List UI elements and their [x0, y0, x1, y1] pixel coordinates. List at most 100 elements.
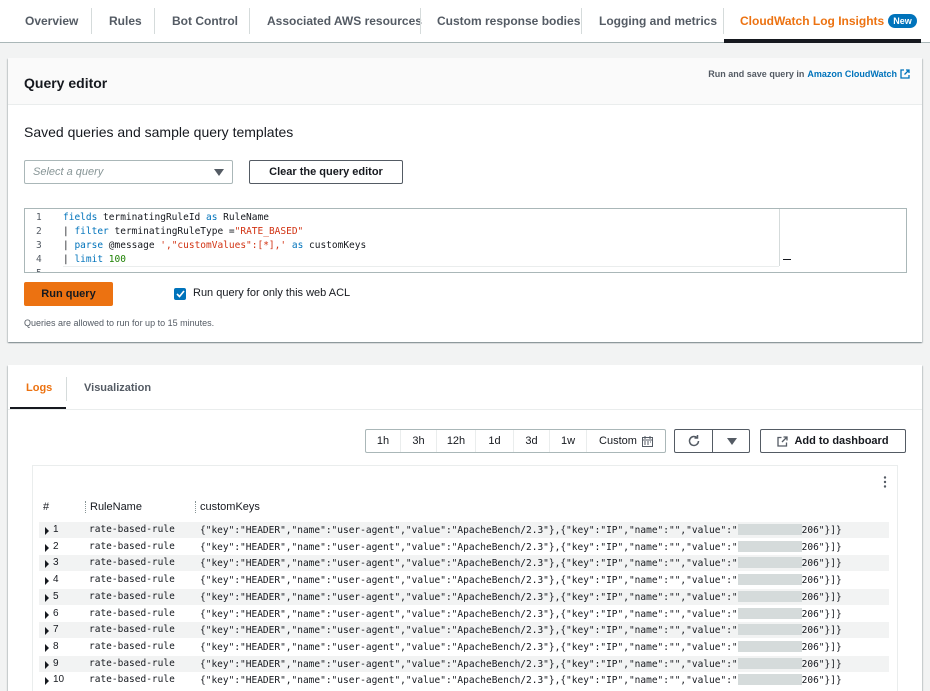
expand-caret-icon[interactable] — [45, 544, 49, 552]
redacted-value — [738, 591, 802, 602]
redacted-value — [738, 541, 802, 552]
range-3h[interactable]: 3h — [401, 430, 437, 452]
tab-cloudwatch-log-insights[interactable]: CloudWatch Log Insights New — [740, 0, 917, 42]
expand-caret-icon[interactable] — [45, 527, 49, 535]
table-row[interactable]: 7rate-based-rule{"key":"HEADER","name":"… — [39, 622, 889, 638]
range-1w[interactable]: 1w — [550, 430, 587, 452]
column-resizer[interactable] — [195, 501, 196, 513]
tab-rules[interactable]: Rules — [109, 0, 142, 42]
query-time-hint: Queries are allowed to run for up to 15 … — [24, 318, 214, 328]
row-customkeys-end: 206"}]} — [802, 525, 842, 536]
row-rulename: rate-based-rule — [89, 557, 175, 568]
amazon-cloudwatch-link[interactable]: Amazon CloudWatch — [807, 69, 897, 79]
expand-caret-icon[interactable] — [45, 560, 49, 568]
caret-down-icon — [214, 169, 224, 176]
column-header-rulename[interactable]: RuleName — [90, 501, 142, 513]
tab-logs[interactable]: Logs — [26, 382, 52, 394]
redacted-value — [738, 574, 802, 585]
tab-visualization[interactable]: Visualization — [84, 382, 151, 394]
table-row[interactable]: 1rate-based-rule{"key":"HEADER","name":"… — [39, 522, 889, 538]
external-link-icon[interactable] — [900, 69, 910, 79]
tab-divider — [66, 377, 67, 401]
expand-caret-icon[interactable] — [45, 611, 49, 619]
range-1h[interactable]: 1h — [366, 430, 401, 452]
row-customkeys: {"key":"HEADER","name":"user-agent","val… — [200, 608, 842, 620]
expand-caret-icon[interactable] — [45, 677, 49, 685]
checkmark-icon — [176, 290, 185, 298]
clear-query-editor-button[interactable]: Clear the query editor — [249, 160, 403, 184]
editor-ruler — [779, 209, 780, 266]
range-custom[interactable]: Custom — [587, 430, 665, 452]
caret-down-icon[interactable] — [727, 438, 737, 445]
table-row[interactable]: 9rate-based-rule{"key":"HEADER","name":"… — [39, 656, 889, 672]
tab-overview[interactable]: Overview — [25, 0, 78, 42]
row-customkeys-end: 206"}]} — [802, 625, 842, 636]
row-rulename: rate-based-rule — [89, 608, 175, 619]
range-12h[interactable]: 12h — [437, 430, 476, 452]
refresh-icon[interactable] — [687, 434, 701, 448]
run-query-button[interactable]: Run query — [24, 282, 113, 306]
row-rulename: rate-based-rule — [89, 641, 175, 652]
table-row[interactable]: 2rate-based-rule{"key":"HEADER","name":"… — [39, 539, 889, 555]
new-badge: New — [888, 14, 917, 28]
web-acl-checkbox[interactable] — [174, 288, 186, 300]
row-customkeys-end: 206"}]} — [802, 592, 842, 603]
code-line-2: | filter terminatingRuleType ="RATE_BASE… — [63, 226, 303, 237]
column-resizer[interactable] — [85, 501, 86, 513]
active-tab-indicator — [724, 39, 921, 43]
refresh-button-group — [674, 429, 750, 453]
expand-caret-icon[interactable] — [45, 577, 49, 585]
expand-caret-icon[interactable] — [45, 661, 49, 669]
row-customkeys-end: 206"}]} — [802, 542, 842, 553]
tab-bot-control[interactable]: Bot Control — [172, 0, 238, 42]
tab-divider — [723, 8, 724, 34]
tab-logging-and-metrics[interactable]: Logging and metrics — [599, 0, 717, 42]
more-options-icon[interactable] — [883, 476, 887, 488]
cloudwatch-link-group: Run and save query in Amazon CloudWatch — [708, 69, 910, 79]
query-code-editor[interactable]: 1 2 3 4 5 fields terminatingRuleId as Ru… — [24, 208, 907, 273]
row-rulename: rate-based-rule — [89, 658, 175, 669]
tab-divider — [581, 8, 582, 34]
add-to-dashboard-button[interactable]: Add to dashboard — [760, 429, 906, 453]
tab-custom-response-bodies[interactable]: Custom response bodies — [437, 0, 580, 42]
saved-queries-title: Saved queries and sample query templates — [24, 124, 293, 140]
row-customkeys: {"key":"HEADER","name":"user-agent","val… — [200, 674, 842, 686]
redacted-value — [738, 557, 802, 568]
line-number: 1 — [36, 212, 42, 223]
row-customkeys: {"key":"HEADER","name":"user-agent","val… — [200, 541, 842, 553]
row-customkeys: {"key":"HEADER","name":"user-agent","val… — [200, 591, 842, 603]
table-row[interactable]: 10 rate-based-rule {"key":"HEADER","name":… — [39, 672, 889, 688]
calendar-icon — [642, 436, 653, 447]
range-1d[interactable]: 1d — [476, 430, 514, 452]
tab-divider — [420, 8, 421, 34]
row-customkeys-start: {"key":"HEADER","name":"user-agent","val… — [200, 642, 738, 653]
row-customkeys-start: {"key":"HEADER","name":"user-agent","val… — [200, 592, 738, 603]
results-table: # RuleName customKeys 1rate-based-rule{"… — [32, 465, 898, 691]
table-row[interactable]: 8rate-based-rule{"key":"HEADER","name":"… — [39, 639, 889, 655]
table-row[interactable]: 6rate-based-rule{"key":"HEADER","name":"… — [39, 606, 889, 622]
editor-cursor — [783, 259, 791, 260]
saved-query-select[interactable]: Select a query — [24, 160, 233, 184]
row-index: 9 — [53, 658, 59, 669]
button-divider — [712, 430, 713, 452]
tab-associated-aws-resources[interactable]: Associated AWS resources — [267, 0, 422, 42]
expand-caret-icon[interactable] — [45, 594, 49, 602]
web-acl-checkbox-label[interactable]: Run query for only this web ACL — [193, 287, 350, 299]
column-header-customkeys[interactable]: customKeys — [200, 501, 260, 513]
row-customkeys-end: 206"}]} — [802, 675, 842, 686]
query-editor-header: Query editor Run and save query in Amazo… — [8, 58, 922, 105]
row-customkeys-end: 206"}]} — [802, 659, 842, 670]
table-row[interactable]: 5rate-based-rule{"key":"HEADER","name":"… — [39, 589, 889, 605]
range-3d[interactable]: 3d — [514, 430, 550, 452]
row-index: 5 — [53, 591, 59, 602]
row-customkeys: {"key":"HEADER","name":"user-agent","val… — [200, 624, 842, 636]
table-row[interactable]: 4rate-based-rule{"key":"HEADER","name":"… — [39, 572, 889, 588]
row-customkeys-start: {"key":"HEADER","name":"user-agent","val… — [200, 609, 738, 620]
row-customkeys-end: 206"}]} — [802, 642, 842, 653]
redacted-value — [738, 524, 802, 535]
expand-caret-icon[interactable] — [45, 627, 49, 635]
row-rulename: rate-based-rule — [89, 674, 175, 685]
expand-caret-icon[interactable] — [45, 644, 49, 652]
table-row[interactable]: 3rate-based-rule{"key":"HEADER","name":"… — [39, 555, 889, 571]
row-index: 10 — [53, 674, 64, 685]
